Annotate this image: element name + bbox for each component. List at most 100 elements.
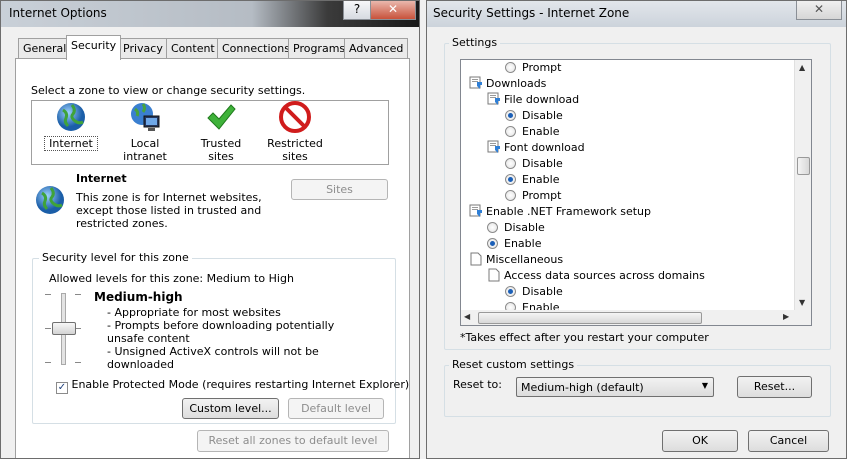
- tab-general[interactable]: General: [18, 38, 72, 59]
- radio-icon[interactable]: [505, 286, 516, 297]
- tree-item-label: Enable: [522, 301, 560, 310]
- tab-connections[interactable]: Connections: [217, 38, 295, 59]
- help-button[interactable]: ?: [343, 1, 371, 20]
- tree-radio-option[interactable]: Disable: [505, 284, 563, 300]
- zone-restricted-sites[interactable]: Restricted sites: [263, 101, 327, 163]
- default-level-button[interactable]: Default level: [288, 398, 384, 419]
- cancel-button[interactable]: Cancel: [748, 430, 829, 452]
- close-button[interactable]: ✕: [370, 1, 416, 20]
- tree-group-item: Miscellaneous: [469, 252, 563, 268]
- settings-group-icon: [469, 76, 483, 90]
- vertical-scrollbar[interactable]: ▲ ▼: [794, 60, 811, 310]
- tree-group-item: File download: [487, 92, 579, 108]
- slider-thumb[interactable]: [52, 322, 76, 335]
- globe-icon: [34, 184, 66, 216]
- window-title: Security Settings - Internet Zone: [433, 6, 630, 20]
- tab-privacy[interactable]: Privacy: [118, 38, 168, 59]
- tree-item-label: Disable: [504, 221, 545, 234]
- level-bullet: - Appropriate for most websites: [107, 306, 281, 319]
- tree-radio-option[interactable]: Enable: [505, 172, 559, 188]
- tree-item-label: Enable: [522, 173, 560, 186]
- hscroll-thumb[interactable]: [478, 312, 702, 324]
- tab-security[interactable]: Security: [66, 35, 122, 60]
- settings-group-icon: [487, 92, 501, 106]
- tree-group-item: Enable .NET Framework setup: [469, 204, 651, 220]
- chevron-down-icon: ▼: [701, 381, 708, 390]
- settings-tree[interactable]: Prompt Downloads File download Disable Enabl…: [460, 59, 812, 311]
- tree-radio-option[interactable]: Disable: [487, 220, 545, 236]
- reset-button[interactable]: Reset...: [737, 376, 812, 398]
- tree-item-label: Enable: [504, 237, 542, 250]
- zone-trusted-sites[interactable]: Trusted sites: [187, 101, 255, 163]
- tree-item-label: Enable .NET Framework setup: [486, 205, 652, 218]
- tab-programs[interactable]: Programs: [288, 38, 351, 59]
- tree-radio-option[interactable]: Enable: [505, 124, 559, 140]
- radio-icon[interactable]: [505, 62, 516, 73]
- zone-trusted-sites-label: Trusted sites: [200, 137, 242, 163]
- scroll-left-icon[interactable]: ◀: [464, 312, 470, 321]
- scroll-thumb[interactable]: [797, 157, 810, 175]
- tree-radio-option[interactable]: Enable: [487, 236, 541, 252]
- tree-item-label: Disable: [522, 157, 563, 170]
- tree-item-label: Disable: [522, 109, 563, 122]
- level-bullets: - Appropriate for most websites - Prompt…: [107, 306, 367, 371]
- tree-radio-option[interactable]: Enable: [505, 300, 559, 310]
- internet-options-window: Internet Options ? ✕ General Security Pr…: [0, 0, 420, 459]
- tree-item-label: File download: [504, 93, 580, 106]
- radio-icon[interactable]: [505, 302, 516, 310]
- scroll-right-icon[interactable]: ▶: [783, 312, 789, 321]
- reset-to-dropdown[interactable]: Medium-high (default) ▼: [516, 377, 714, 397]
- radio-icon[interactable]: [505, 126, 516, 137]
- tree-group-item: Downloads: [469, 76, 546, 92]
- zone-internet-label: Internet: [44, 136, 98, 151]
- radio-icon[interactable]: [487, 238, 498, 249]
- reset-to-value: Medium-high (default): [521, 381, 644, 394]
- scroll-up-icon[interactable]: ▲: [799, 63, 805, 72]
- zone-description: This zone is for Internet websites, exce…: [76, 191, 262, 230]
- ok-button[interactable]: OK: [662, 430, 738, 452]
- reset-to-label: Reset to:: [453, 378, 502, 391]
- level-name: Medium-high: [94, 290, 183, 304]
- protected-mode-option[interactable]: ✓ Enable Protected Mode (requires restar…: [56, 378, 409, 394]
- sites-button[interactable]: Sites: [291, 179, 388, 200]
- tree-radio-option[interactable]: Prompt: [505, 188, 561, 204]
- tree-item-label: Enable: [522, 125, 560, 138]
- reset-legend: Reset custom settings: [449, 358, 578, 371]
- internet-options-titlebar[interactable]: Internet Options ? ✕: [1, 1, 419, 27]
- custom-level-button[interactable]: Custom level...: [182, 398, 279, 419]
- radio-icon[interactable]: [505, 158, 516, 169]
- tree-item-label: Prompt: [522, 61, 562, 74]
- restart-note: *Takes effect after you restart your com…: [460, 331, 709, 344]
- close-button[interactable]: ✕: [796, 1, 842, 20]
- restricted-icon: [279, 101, 311, 133]
- globe-icon: [55, 101, 87, 133]
- level-bullet: - Prompts before downloading potentially…: [107, 319, 335, 345]
- tree-item-label: Disable: [522, 285, 563, 298]
- protected-mode-checkbox[interactable]: ✓: [56, 382, 68, 394]
- tree-item-label: Downloads: [486, 77, 547, 90]
- scroll-down-icon[interactable]: ▼: [799, 298, 805, 307]
- settings-group-icon: [469, 204, 483, 218]
- security-level-slider[interactable]: [45, 293, 85, 365]
- tab-content[interactable]: Content: [166, 38, 220, 59]
- tree-radio-option[interactable]: Prompt: [505, 60, 561, 76]
- radio-icon[interactable]: [487, 222, 498, 233]
- reset-all-zones-button[interactable]: Reset all zones to default level: [197, 430, 389, 452]
- radio-icon[interactable]: [505, 190, 516, 201]
- security-level-legend: Security level for this zone: [39, 251, 192, 264]
- radio-icon[interactable]: [505, 174, 516, 185]
- zone-local-intranet-label: Local intranet: [123, 137, 167, 163]
- tree-radio-option[interactable]: Disable: [505, 108, 563, 124]
- page-icon: [487, 268, 501, 282]
- radio-icon[interactable]: [505, 110, 516, 121]
- zone-internet[interactable]: Internet: [44, 101, 98, 151]
- checkmark-icon: [205, 101, 237, 133]
- tree-radio-option[interactable]: Disable: [505, 156, 563, 172]
- tab-advanced[interactable]: Advanced: [344, 38, 409, 59]
- page-icon: [469, 252, 483, 266]
- security-settings-titlebar[interactable]: Security Settings - Internet Zone ✕: [427, 1, 846, 27]
- tree-group-item: Font download: [487, 140, 585, 156]
- security-settings-window: Security Settings - Internet Zone ✕ Sett…: [426, 0, 847, 459]
- horizontal-scrollbar[interactable]: ◀ ▶: [460, 310, 812, 326]
- zone-local-intranet[interactable]: Local intranet: [109, 101, 181, 163]
